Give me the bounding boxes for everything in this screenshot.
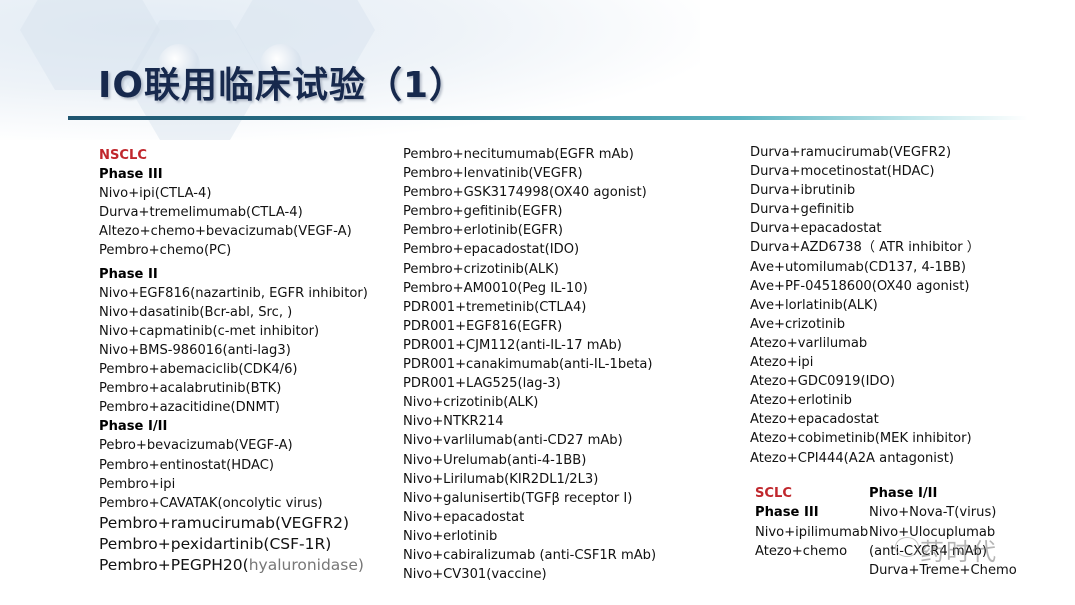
list-item: Durva+ibrutinib xyxy=(750,183,856,199)
list-item: Nivo+erlotinib xyxy=(403,528,498,544)
list-item: Nivo+CV301(vaccine) xyxy=(403,567,547,583)
list-item: Pembro+CAVATAK(oncolytic virus) xyxy=(99,495,323,511)
wechat-logo-icon xyxy=(895,537,919,557)
list-item-prefix: Pembro+PEGPH20( xyxy=(99,555,249,574)
list-item: Pembro+ramucirumab(VEGFR2) xyxy=(99,513,350,532)
phase-1-2-label: Phase I/II xyxy=(99,419,168,435)
list-item: Nivo+ipilimumab xyxy=(755,524,869,540)
column-1: NSCLC Phase III Nivo+ipi(CTLA-4) Durva+t… xyxy=(99,146,368,576)
list-item: Atezo+chemo xyxy=(755,543,848,559)
list-item: PDR001+canakimumab(anti-IL-1beta) xyxy=(403,357,653,373)
list-item: Pembro+erlotinib(EGFR) xyxy=(403,223,564,239)
list-item: Atezo+cobimetinib(MEK inhibitor) xyxy=(750,431,972,447)
list-item: Durva+AZD6738（ ATR inhibitor ） xyxy=(750,240,980,256)
sclc-phase-3: SCLC Phase III Nivo+ipilimumab Atezo+che… xyxy=(755,484,868,561)
list-item: Pembro+gefitinib(EGFR) xyxy=(403,204,563,220)
list-item: Nivo+capmatinib(c-met inhibitor) xyxy=(99,323,320,339)
list-item: Pembro+crizotinib(ALK) xyxy=(403,261,559,277)
list-item: Nivo+cabiralizumab (anti-CSF1R mAb) xyxy=(403,547,657,563)
title-underline xyxy=(68,116,1028,120)
list-item: Nivo+epacadostat xyxy=(403,509,525,525)
sclc-label: SCLC xyxy=(755,486,792,501)
list-item-muted-suffix: hyaluronidase) xyxy=(248,555,364,574)
list-item: Nivo+BMS-986016(anti-lag3) xyxy=(99,342,291,358)
list-item: Atezo+erlotinib xyxy=(750,393,852,409)
list-item: PDR001+EGF816(EGFR) xyxy=(403,318,563,334)
list-item: Pembro+lenvatinib(VEGFR) xyxy=(403,166,583,182)
list-item: Ave+lorlatinib(ALK) xyxy=(750,297,878,313)
list-item: Durva+gefinitib xyxy=(750,202,855,218)
list-item: Nivo+Nova-T(virus) xyxy=(869,505,997,521)
column-3: Durva+ramucirumab(VEGFR2) Durva+mocetinos… xyxy=(750,143,980,468)
sclc-phase-3-label: Phase III xyxy=(755,505,819,521)
list-item: Nivo+dasatinib(Bcr-abl, Src, ) xyxy=(99,304,293,320)
list-item: PDR001+CJM112(anti-IL-17 mAb) xyxy=(403,337,622,353)
list-item: Atezo+varlilumab xyxy=(750,335,868,351)
nsclc-label: NSCLC xyxy=(99,148,147,163)
list-item: Atezo+GDC0919(IDO) xyxy=(750,374,895,390)
list-item: Pembro+chemo(PC) xyxy=(99,243,232,259)
list-item: Pebro+bevacizumab(VEGF-A) xyxy=(99,438,293,454)
list-item: Altezo+chemo+bevacizumab(VEGF-A) xyxy=(99,224,352,240)
list-item: Ave+PF-04518600(OX40 agonist) xyxy=(750,278,970,294)
list-item: Ave+utomilumab(CD137, 4-1BB) xyxy=(750,259,966,275)
list-item: Nivo+Urelumab(anti-4-1BB) xyxy=(403,452,587,468)
list-item: Durva+mocetinostat(HDAC) xyxy=(750,164,935,180)
list-item: Nivo+NTKR214 xyxy=(403,414,504,430)
list-item: Pembro+pexidartinib(CSF-1R) xyxy=(99,534,332,553)
list-item: Pembro+AM0010(Peg IL-10) xyxy=(403,280,588,296)
list-item: PDR001+tremetinib(CTLA4) xyxy=(403,299,587,315)
list-item: Durva+epacadostat xyxy=(750,221,882,237)
list-item: Pembro+necitumumab(EGFR mAb) xyxy=(403,147,634,162)
list-item: Pembro+PEGPH20(hyaluronidase) xyxy=(99,555,368,576)
list-item: Pembro+acalabrutinib(BTK) xyxy=(99,381,282,397)
watermark: 药时代 xyxy=(920,538,998,566)
page-title: IO联用临床试验（1） xyxy=(98,65,467,106)
list-item: Ave+crizotinib xyxy=(750,316,846,332)
list-item: Nivo+galunisertib(TGFβ receptor I) xyxy=(403,490,633,506)
list-item: Pembro+ipi xyxy=(99,476,176,492)
sclc-phase-1-2-label: Phase I/II xyxy=(869,486,938,501)
list-item: Nivo+crizotinib(ALK) xyxy=(403,395,539,411)
phase-3-label: Phase III xyxy=(99,167,163,183)
list-item: Nivo+Lirilumab(KIR2DL1/2L3) xyxy=(403,471,599,487)
phase-2-label: Phase II xyxy=(99,266,158,282)
list-item: Pembro+abemaciclib(CDK4/6) xyxy=(99,362,298,378)
list-item: Atezo+CPI444(A2A antagonist) xyxy=(750,450,954,466)
list-item: Pembro+azacitidine(DNMT) xyxy=(99,400,280,416)
list-item: Nivo+ipi(CTLA-4) xyxy=(99,186,212,202)
list-item: PDR001+LAG525(lag-3) xyxy=(403,376,561,392)
list-item: Pembro+GSK3174998(OX40 agonist) xyxy=(403,185,647,201)
list-item: Nivo+EGF816(nazartinib, EGFR inhibitor) xyxy=(99,285,368,301)
list-item: Pembro+epacadostat(IDO) xyxy=(403,242,580,258)
list-item: Durva+ramucirumab(VEGFR2) xyxy=(750,145,952,160)
list-item: Atezo+ipi xyxy=(750,355,814,371)
list-item: Pembro+entinostat(HDAC) xyxy=(99,457,274,473)
column-2: Pembro+necitumumab(EGFR mAb) Pembro+lenva… xyxy=(403,145,656,584)
list-item: Durva+tremelimumab(CTLA-4) xyxy=(99,205,303,221)
list-item: Atezo+epacadostat xyxy=(750,412,879,428)
list-item: Nivo+varlilumab(anti-CD27 mAb) xyxy=(403,433,623,449)
